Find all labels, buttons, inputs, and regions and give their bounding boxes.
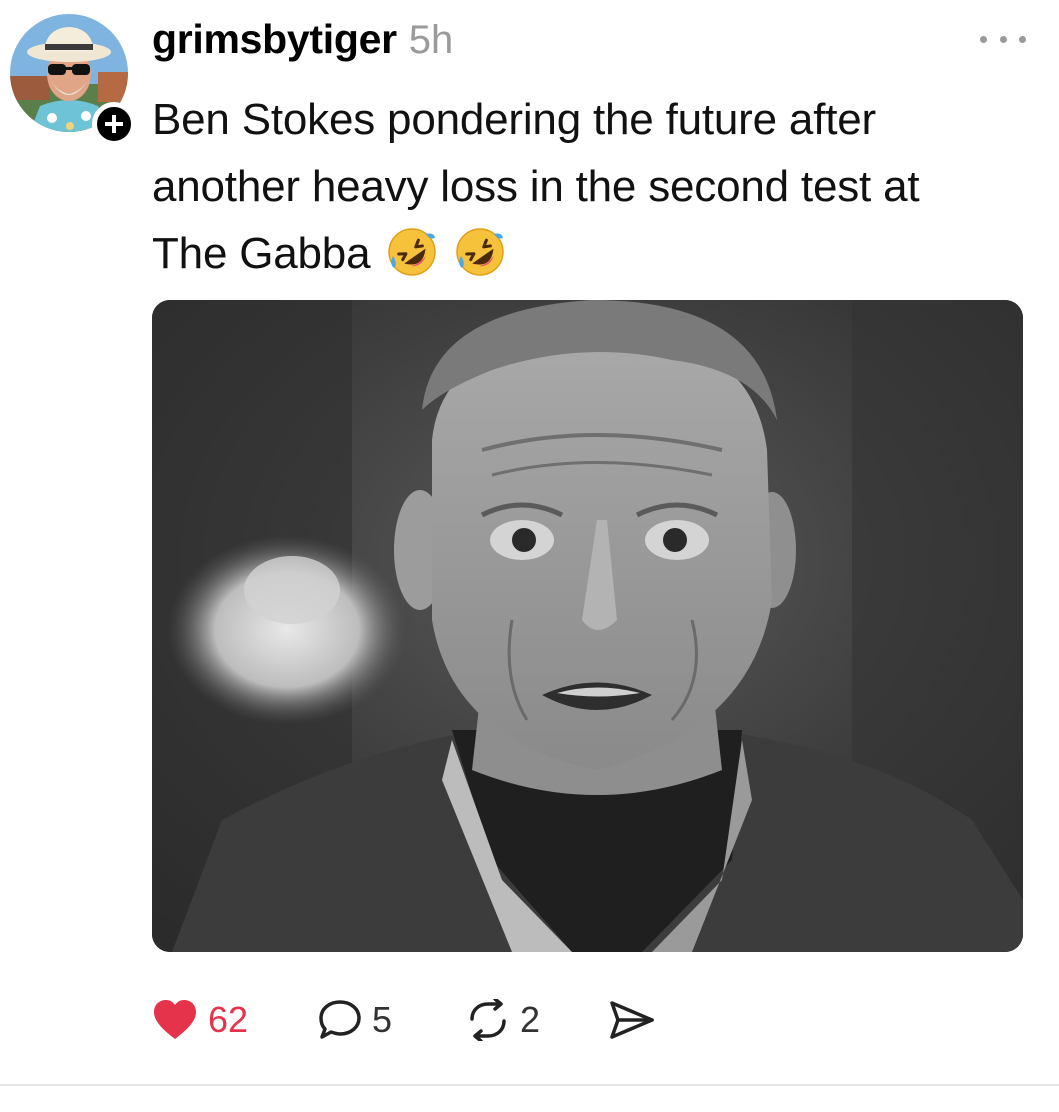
- comment-icon: [319, 1000, 361, 1039]
- rolling-laughing-emoji-icon: [388, 228, 437, 276]
- rolling-laughing-emoji-icon: [456, 228, 505, 276]
- follow-button[interactable]: [92, 102, 136, 146]
- post-image[interactable]: [152, 300, 1023, 952]
- more-options-button[interactable]: [980, 24, 1026, 54]
- post-text-line-last: The Gabba: [152, 220, 1032, 287]
- username-link[interactable]: grimsbytiger: [152, 16, 397, 63]
- post-timestamp: 5h: [408, 18, 454, 62]
- post-photo: [152, 300, 1023, 952]
- post-text: Ben Stokes pondering the future after an…: [152, 86, 1032, 287]
- reply-button[interactable]: 5: [318, 990, 392, 1050]
- post-text-line: another heavy loss in the second test at: [152, 162, 920, 211]
- more-dots-icon: [999, 35, 1007, 43]
- share-button[interactable]: [608, 990, 656, 1050]
- repost-count: 2: [520, 999, 541, 1040]
- repost-button[interactable]: 2: [466, 990, 540, 1050]
- reply-count: 5: [372, 999, 393, 1040]
- repost-icon: [470, 999, 506, 1041]
- more-dots-icon: [980, 35, 987, 43]
- post-text-fragment: The Gabba: [152, 229, 371, 278]
- like-button[interactable]: 62: [152, 990, 248, 1050]
- like-count: 62: [208, 999, 249, 1040]
- post-divider: [0, 1084, 1059, 1086]
- heart-icon: [154, 1000, 196, 1039]
- post-header: grimsbytiger 5h: [152, 16, 453, 66]
- send-icon: [610, 1001, 654, 1039]
- action-bar: 62 5 2: [152, 990, 712, 1050]
- avatar-wrapper[interactable]: [10, 14, 136, 146]
- plus-icon: [105, 115, 123, 133]
- more-dots-icon: [1019, 35, 1026, 43]
- post-text-line: Ben Stokes pondering the future after: [152, 95, 876, 144]
